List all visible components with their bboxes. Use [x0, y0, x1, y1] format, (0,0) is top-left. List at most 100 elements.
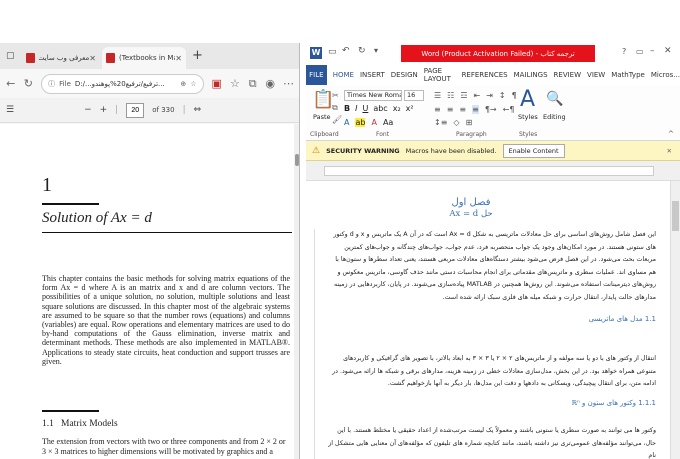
- tab-insert[interactable]: INSERT: [360, 71, 385, 79]
- word-scrollbar[interactable]: [670, 181, 680, 459]
- pdf-icon: [106, 53, 115, 63]
- tab-review[interactable]: REVIEW: [554, 71, 581, 79]
- styles-icon[interactable]: A: [520, 87, 535, 112]
- bold-icon[interactable]: B: [344, 104, 350, 113]
- group-paragraph: Paragraph: [456, 131, 487, 138]
- ltr-icon[interactable]: ¶→: [485, 105, 497, 114]
- ribbon: 📋 Paste ✂ ⧉ 🖌 Times New Roman (I 16 BIU …: [306, 85, 680, 141]
- close-icon[interactable]: ✕: [89, 54, 96, 63]
- profile-icon[interactable]: ◉: [265, 77, 275, 90]
- doc-section-2: 1.1.1 وکتور های ستون و ℝⁿ: [571, 399, 656, 407]
- subscript-icon[interactable]: x₂: [393, 104, 401, 113]
- highlight-icon[interactable]: ab: [355, 118, 366, 127]
- align-right-icon[interactable]: ≡: [459, 105, 466, 114]
- minimize-icon[interactable]: –: [650, 46, 655, 56]
- multilevel-icon[interactable]: ☲: [460, 91, 467, 100]
- tab-references[interactable]: REFERENCES: [462, 71, 508, 79]
- pdf-page: 1 Solution of Ax = d This chapter contai…: [0, 124, 294, 459]
- divider: |: [115, 105, 119, 115]
- address-bar[interactable]: ⓘ File D:/...ترفیع/ترفیع20%پوهندو... ⊕ ☆: [41, 73, 204, 94]
- ribbon-options-icon[interactable]: ▭: [636, 47, 644, 56]
- refresh-icon[interactable]: ↻: [24, 77, 34, 90]
- doc-paragraph-2: انتقال از وکتور های با دو یا سه مولفه و …: [332, 355, 656, 387]
- bullets-icon[interactable]: ☰: [434, 91, 441, 100]
- format-painter-icon[interactable]: 🖌: [332, 115, 342, 124]
- new-tab-button[interactable]: +: [192, 48, 203, 63]
- underline-icon[interactable]: U: [362, 104, 368, 113]
- scroll-thumb[interactable]: [672, 201, 679, 231]
- warning-icon: ⚠: [312, 145, 321, 156]
- editing-label: Editing: [543, 113, 566, 121]
- tab-actions-icon[interactable]: ▢: [6, 51, 15, 61]
- zoom-icon[interactable]: ⊕: [180, 80, 186, 88]
- borders-icon[interactable]: ⊞: [466, 118, 473, 127]
- zoom-in-icon[interactable]: +: [100, 105, 108, 115]
- close-icon[interactable]: ✕: [175, 54, 182, 63]
- font-case-icon[interactable]: Aa: [383, 118, 393, 127]
- collections-icon[interactable]: ⧉: [248, 77, 258, 91]
- tab-textbook[interactable]: (Textbooks in Ma ✕: [102, 47, 186, 69]
- tab-file[interactable]: FILE: [306, 65, 327, 85]
- doc-subtitle: حل Ax = d: [449, 209, 493, 219]
- font-format-row: BIU abc x₂ x²: [344, 104, 414, 113]
- italic-icon[interactable]: I: [355, 104, 357, 113]
- tab-view[interactable]: VIEW: [587, 71, 605, 79]
- close-icon[interactable]: ✕: [664, 46, 672, 56]
- scroll-thumb[interactable]: [295, 154, 299, 166]
- justify-icon[interactable]: ≡: [472, 105, 479, 114]
- save-icon[interactable]: ▭: [328, 47, 337, 57]
- strikethrough-icon[interactable]: abc: [373, 104, 387, 113]
- margin-line: [314, 229, 315, 459]
- shading-icon[interactable]: ◇: [453, 118, 459, 127]
- font-color-icon[interactable]: A: [371, 118, 376, 127]
- superscript-icon[interactable]: x²: [406, 104, 414, 113]
- tab-website[interactable]: معرفی وب سایت ✕: [22, 47, 100, 69]
- sort-icon[interactable]: ↕: [499, 91, 506, 100]
- font-color-row: A ab A Aa: [344, 118, 393, 127]
- rtl-icon[interactable]: ←¶: [503, 105, 515, 114]
- customize-icon[interactable]: ▾: [374, 46, 378, 55]
- show-marks-icon[interactable]: ¶: [512, 91, 517, 100]
- decrease-indent-icon[interactable]: ⇤: [474, 91, 481, 100]
- tab-design[interactable]: DESIGN: [391, 71, 418, 79]
- tab-page-layout[interactable]: PAGE LAYOUT: [424, 67, 456, 83]
- contents-icon[interactable]: ☰: [6, 105, 14, 115]
- doc-chapter-title: فصل اول: [451, 197, 491, 208]
- tab-home[interactable]: HOME: [333, 71, 354, 79]
- section-rule: [42, 410, 99, 412]
- line-spacing-icon[interactable]: ↕≡: [434, 118, 447, 127]
- pdf-icon: [26, 53, 35, 63]
- more-icon[interactable]: ⋯: [283, 77, 294, 90]
- close-icon[interactable]: ✕: [667, 147, 672, 155]
- editing-icon[interactable]: 🔍: [546, 91, 563, 107]
- paragraph-row-3: ↕≡ ◇ ⊞: [434, 118, 472, 127]
- undo-icon[interactable]: ↶: [342, 46, 350, 56]
- pdf-scrollbar[interactable]: [294, 124, 299, 459]
- font-size-box[interactable]: 16: [404, 90, 424, 101]
- enable-content-button[interactable]: Enable Content: [502, 143, 565, 158]
- numbering-icon[interactable]: ☷: [447, 91, 454, 100]
- increase-indent-icon[interactable]: ⇥: [486, 91, 493, 100]
- text-effects-icon[interactable]: A: [344, 118, 349, 127]
- tab-mailings[interactable]: MAILINGS: [514, 71, 548, 79]
- help-icon[interactable]: ?: [622, 47, 626, 56]
- zoom-out-icon[interactable]: −: [84, 105, 92, 115]
- collapse-ribbon-icon[interactable]: ^: [668, 130, 674, 138]
- copy-icon[interactable]: ⧉: [332, 103, 338, 113]
- page-number-input[interactable]: [126, 102, 145, 118]
- acrobat-icon[interactable]: ▣: [212, 77, 222, 90]
- fit-page-icon[interactable]: ⇔: [194, 105, 202, 115]
- favorite-icon[interactable]: ☆: [190, 80, 196, 88]
- tab-more[interactable]: Micros...: [651, 71, 680, 79]
- chapter-number: 1: [42, 174, 52, 196]
- center-icon[interactable]: ≡: [447, 105, 454, 114]
- tab-mathtype[interactable]: MathType: [611, 71, 645, 79]
- cut-icon[interactable]: ✂: [332, 91, 339, 100]
- back-icon[interactable]: ←: [6, 77, 16, 90]
- favorites-icon[interactable]: ☆: [230, 77, 240, 90]
- chapter-intro: This chapter contains the basic methods …: [42, 274, 290, 366]
- security-label: SECURITY WARNING: [326, 146, 400, 155]
- align-left-icon[interactable]: ≡: [434, 105, 441, 114]
- font-name-box[interactable]: Times New Roman (I: [344, 90, 402, 101]
- redo-icon[interactable]: ↻: [358, 46, 366, 56]
